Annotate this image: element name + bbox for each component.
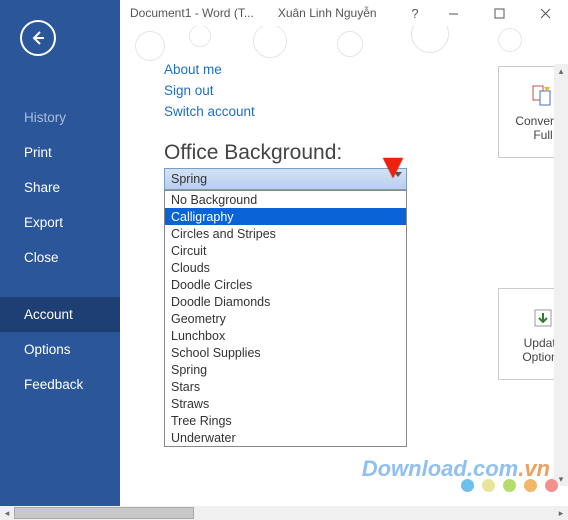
help-button[interactable]: ? — [400, 0, 430, 26]
scroll-track[interactable] — [14, 506, 554, 520]
back-button[interactable] — [20, 20, 56, 56]
chevron-down-icon — [394, 172, 402, 177]
nav-item-print[interactable]: Print — [0, 135, 120, 170]
bg-option[interactable]: Doodle Circles — [165, 276, 406, 293]
maximize-button[interactable] — [476, 0, 522, 26]
switch-account-link[interactable]: Switch account — [164, 104, 255, 119]
horizontal-scrollbar[interactable]: ◂ ▸ — [0, 506, 568, 520]
scroll-right-button[interactable]: ▸ — [554, 506, 568, 520]
nav-item-export[interactable]: Export — [0, 205, 120, 240]
scroll-left-button[interactable]: ◂ — [0, 506, 14, 520]
bg-option[interactable]: Circuit — [165, 242, 406, 259]
update-icon — [529, 304, 557, 332]
bg-option[interactable]: Geometry — [165, 310, 406, 327]
decorative-swirls — [120, 26, 568, 66]
nav-item-share[interactable]: Share — [0, 170, 120, 205]
scroll-thumb[interactable] — [14, 507, 194, 519]
nav-item-blank[interactable] — [0, 80, 120, 100]
combo-selected-value: Spring — [171, 172, 207, 186]
minimize-button[interactable] — [430, 0, 476, 26]
title-bar: Document1 - Word (T... Xuân Linh Nguyễn … — [120, 0, 568, 26]
backstage-sidebar: HistoryPrintShareExportClose AccountOptio… — [0, 0, 120, 520]
window-user[interactable]: Xuân Linh Nguyễn — [278, 6, 377, 20]
scroll-down-button[interactable]: ▾ — [554, 472, 568, 486]
about-me-link[interactable]: About me — [164, 62, 255, 77]
backstage-main: About me Sign out Switch account Office … — [120, 26, 568, 506]
bg-option[interactable]: Doodle Diamonds — [165, 293, 406, 310]
bg-option[interactable]: Lunchbox — [165, 327, 406, 344]
bg-option[interactable]: School Supplies — [165, 344, 406, 361]
sign-out-link[interactable]: Sign out — [164, 83, 255, 98]
bg-option[interactable]: Stars — [165, 378, 406, 395]
nav-item-options[interactable]: Options — [0, 332, 120, 367]
nav-item-account[interactable]: Account — [0, 297, 120, 332]
window-title: Document1 - Word (T... — [120, 6, 254, 20]
nav-item-close[interactable]: Close — [0, 240, 120, 275]
bg-option[interactable]: Underwater — [165, 429, 406, 446]
bg-option[interactable]: Tree Rings — [165, 412, 406, 429]
office-background-combo[interactable]: Spring — [164, 168, 407, 190]
bg-option[interactable]: Circles and Stripes — [165, 225, 406, 242]
bg-option[interactable]: Spring — [165, 361, 406, 378]
bg-option[interactable]: No Background — [165, 191, 406, 208]
nav-item-feedback[interactable]: Feedback — [0, 367, 120, 402]
nav-item-history[interactable]: History — [0, 100, 120, 135]
convert-icon — [529, 82, 557, 110]
account-links: About me Sign out Switch account — [164, 62, 255, 125]
office-background-dropdown[interactable]: No BackgroundCalligraphyCircles and Stri… — [164, 190, 407, 447]
scroll-up-button[interactable]: ▴ — [554, 64, 568, 78]
bg-option[interactable]: Straws — [165, 395, 406, 412]
vertical-scrollbar[interactable]: ▴ ▾ — [554, 64, 568, 486]
bg-option[interactable]: Calligraphy — [165, 208, 406, 225]
convert-line2: Full — [533, 128, 552, 142]
close-button[interactable] — [522, 0, 568, 26]
bg-option[interactable]: Clouds — [165, 259, 406, 276]
office-background-label: Office Background: — [164, 141, 342, 165]
